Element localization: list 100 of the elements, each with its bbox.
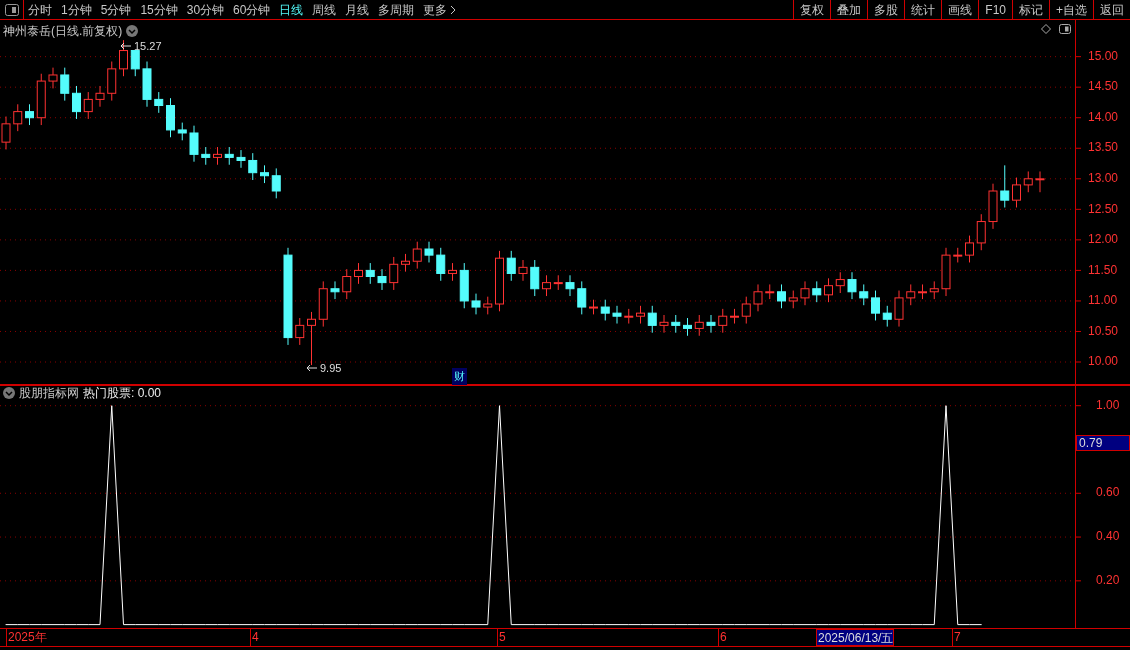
y-tick-label: 0.40 [1096,529,1120,544]
y-tick-label: 13.00 [1088,170,1119,185]
indicator-name: 股朋指标网 [19,386,79,400]
toolbar-button[interactable]: +自选 [1049,0,1093,19]
candlestick [800,280,810,306]
period-tab[interactable]: 30分钟 [186,0,225,19]
y-tick-label: 11.00 [1088,293,1118,308]
candlestick [530,259,540,297]
y-tick-label: 10.50 [1088,323,1119,338]
candlestick [389,256,399,291]
candlestick [271,167,281,199]
y-tick-label: 15.00 [1088,48,1119,63]
period-tab[interactable]: 月线 [345,0,370,19]
candlestick [542,274,551,297]
arrow-left-icon [306,364,318,373]
y-tick-label: 11.50 [1088,262,1118,277]
candlestick [812,280,822,303]
candlestick [189,125,199,163]
candlestick [506,250,516,282]
y-tick-label: 0.20 [1096,573,1120,588]
candlestick [718,308,728,334]
candlestick [72,85,81,120]
candlestick [236,149,246,169]
time-axis-label: 7 [952,629,961,646]
candlestick [25,103,34,126]
arrow-left-icon [120,42,132,51]
dropdown-icon[interactable] [126,25,139,37]
event-badge[interactable]: 财 [452,368,467,385]
candlestick [1035,170,1045,193]
candlestick [647,305,657,334]
time-axis-label: 2025年 [6,629,47,646]
toolbar-button[interactable]: 复权 [793,0,831,19]
panel-toggle-icon[interactable] [4,3,19,16]
candlestick [847,271,857,300]
toolbar-button[interactable]: 统计 [904,0,942,19]
candlestick [600,299,610,321]
candlestick [436,247,446,282]
period-tab[interactable]: 60分钟 [233,0,271,19]
candlestick [412,241,422,270]
period-tab[interactable]: 周线 [312,0,337,19]
candlestick [976,213,986,251]
candlestick [48,67,58,89]
y-tick-label: 1.00 [1096,397,1120,412]
y-tick-label: 14.50 [1088,79,1119,94]
period-tab[interactable]: 多周期 [378,0,415,19]
series-name: 热门股票 [83,386,131,400]
toolbar-button[interactable]: 标记 [1012,0,1049,19]
candlestick [471,293,481,315]
low-price-label: 9.95 [320,361,342,376]
chart-title: 神州泰岳(日线.前复权) [3,23,123,40]
diamond-icon[interactable] [1041,24,1051,34]
period-tab[interactable]: 更多 [423,0,457,19]
candlestick [13,103,23,132]
candlestick [706,314,716,334]
y-tick-label: 12.50 [1088,201,1119,216]
candlestick [119,39,128,77]
y-tick-label: 13.50 [1088,140,1119,155]
candlestick [342,268,352,300]
indicator-value: : 0.00 [131,386,162,400]
candlestick [1012,177,1021,208]
candlestick [518,259,528,282]
y-tick-label: 10.00 [1088,354,1119,369]
dropdown-icon[interactable] [3,387,15,399]
candlestick [894,290,904,328]
panel-toggle-icon[interactable] [1059,24,1071,34]
candlestick [871,290,880,321]
time-axis-label: 4 [250,629,259,646]
candlestick [377,268,387,291]
candlestick [330,280,340,300]
candlestick [130,50,140,77]
candlestick [882,305,892,328]
toolbar-button[interactable]: 多股 [867,0,905,19]
candlestick [777,283,786,309]
candlestick [577,280,587,315]
candlestick [694,314,704,337]
period-tab[interactable]: 分时 [28,0,52,19]
toolbar-button[interactable]: 画线 [941,0,979,19]
candlestick [365,262,375,285]
candlestick [83,91,93,120]
candlestick [1023,170,1033,193]
period-tab[interactable]: 1分钟 [61,0,92,19]
candlestick [295,317,305,346]
time-axis-label: 5 [497,629,506,646]
period-tab[interactable]: 15分钟 [140,0,178,19]
candlestick [965,235,974,263]
time-axis-label: 6 [718,629,727,646]
candlestick [612,305,622,325]
candlestick [565,274,575,297]
candlestick [859,283,869,306]
candlestick [1000,164,1010,208]
toolbar-button[interactable]: 返回 [1093,0,1130,19]
candlestick [60,67,70,102]
period-tab[interactable]: 日线 [279,0,304,19]
toolbar-button[interactable]: F10 [978,0,1012,19]
toolbar-button[interactable]: 叠加 [830,0,868,19]
chevron-right-icon [450,4,457,15]
period-tab[interactable]: 5分钟 [100,0,132,19]
candlestick [659,314,669,334]
time-axis-label: 2025/06/13/五 [816,629,895,646]
candlestick [354,262,363,285]
